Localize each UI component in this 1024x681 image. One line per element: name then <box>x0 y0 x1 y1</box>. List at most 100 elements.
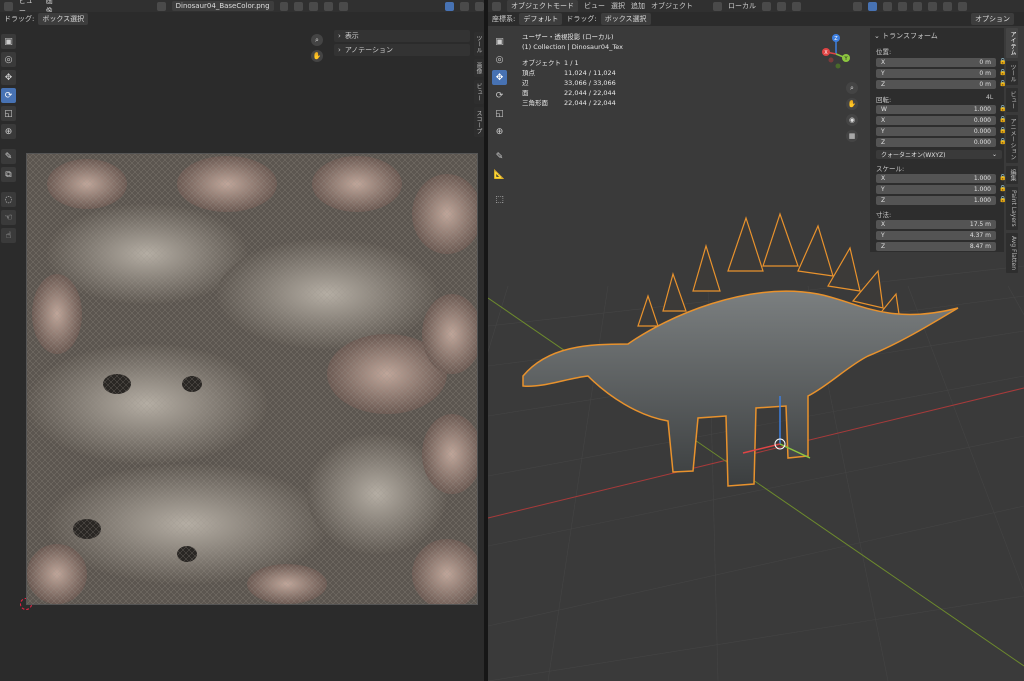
image-name-field[interactable]: Dinosaur04_BaseColor.png <box>171 1 274 11</box>
new-image-icon[interactable] <box>294 1 304 11</box>
pinch-tool-icon[interactable]: ☝ <box>1 228 16 243</box>
menu-object[interactable]: オブジェクト <box>651 1 693 11</box>
shading-rendered-icon[interactable] <box>958 1 967 11</box>
sidetab-edit[interactable]: 編集 <box>1006 166 1018 184</box>
visibility-icon[interactable] <box>853 1 862 11</box>
move-tool-icon[interactable]: ✥ <box>492 70 507 85</box>
camera-icon[interactable]: ◉ <box>846 114 858 126</box>
perspective-grid-icon[interactable]: ▦ <box>846 130 858 142</box>
menu-add[interactable]: 追加 <box>631 1 645 11</box>
uv-texture-image[interactable] <box>26 153 478 605</box>
shading-material-icon[interactable] <box>943 1 952 11</box>
annotation-panel-header[interactable]: › アノテーション <box>334 44 470 56</box>
editor-type-icon[interactable] <box>492 1 501 11</box>
scale-y-field[interactable]: Y 1.000 <box>876 185 996 194</box>
dimensions-z-field[interactable]: Z 8.47 m <box>876 242 996 251</box>
location-y-field[interactable]: Y0 m <box>876 69 996 78</box>
transform-panel: ⌄ トランスフォーム 位置: X0 m Y0 m Z0 m 🔒 🔒 🔒 回転: … <box>870 28 1006 252</box>
menu-view[interactable]: ビュー <box>584 1 605 11</box>
mode-dropdown[interactable]: オブジェクトモード <box>507 0 578 12</box>
select-box-tool-icon[interactable]: ▣ <box>1 34 16 49</box>
relax-tool-icon[interactable]: ☜ <box>1 210 16 225</box>
orientation-icon[interactable] <box>713 1 722 11</box>
location-x-field[interactable]: X0 m <box>876 58 996 67</box>
transform-panel-header[interactable]: ⌄ トランスフォーム <box>874 31 938 41</box>
sidetab-image[interactable]: 画像 <box>474 59 484 77</box>
drag-select-dropdown[interactable]: ボックス選択 <box>38 13 89 25</box>
sidetab-item[interactable]: アイテム <box>1006 28 1018 58</box>
fake-user-icon[interactable] <box>279 1 289 11</box>
sidetab-view[interactable]: ビュー <box>1006 88 1018 112</box>
stat-row: オブジェクト 1 / 1 <box>522 59 579 67</box>
location-label: 位置: <box>876 48 892 56</box>
rotation-w-field[interactable]: W 1.000 <box>876 105 996 114</box>
measure-tool-icon[interactable]: 📐 <box>492 167 507 182</box>
shading-wire-icon[interactable] <box>913 1 922 11</box>
rotation-x-field[interactable]: X 0.000 <box>876 116 996 125</box>
display-panel-header[interactable]: › 表示 <box>334 30 470 42</box>
transform-tool-icon[interactable]: ⊕ <box>1 124 16 139</box>
move-tool-icon[interactable]: ✥ <box>1 70 16 85</box>
rotation-z-field[interactable]: Z 0.000 <box>876 138 996 147</box>
rotation-4l-toggle[interactable]: 4L <box>986 94 993 101</box>
display-channels-icon[interactable] <box>475 1 484 11</box>
sidetab-avg-flatten[interactable]: Avg Flatten <box>1006 232 1018 273</box>
drag-select-dropdown[interactable]: ボックス選択 <box>600 13 651 25</box>
proportional-edit-icon[interactable] <box>792 1 801 11</box>
annotate-tool-icon[interactable]: ✎ <box>492 149 507 164</box>
select-box-tool-icon[interactable]: ▣ <box>492 34 507 49</box>
sidetab-view[interactable]: ビュー <box>474 80 484 104</box>
open-image-icon[interactable] <box>309 1 319 11</box>
sidetab-tool[interactable]: ツール <box>474 32 484 56</box>
pivot-icon[interactable] <box>762 1 771 11</box>
zoom-icon[interactable]: ⌕ <box>311 34 323 46</box>
chevron-right-icon: › <box>338 46 341 54</box>
xray-icon[interactable] <box>898 1 907 11</box>
navigation-gizmo[interactable]: Z Y X <box>814 32 858 76</box>
gizmo-icon[interactable] <box>868 1 877 11</box>
location-z-field[interactable]: Z0 m <box>876 80 996 89</box>
scale-x-field[interactable]: X 1.000 <box>876 174 996 183</box>
transform-tool-icon[interactable]: ⊕ <box>492 124 507 139</box>
dimensions-y-field[interactable]: Y 4.37 m <box>876 231 996 240</box>
menu-select[interactable]: 選択 <box>611 1 625 11</box>
view-name: ユーザー・透視投影 (ローカル) <box>522 33 614 41</box>
rotate-tool-icon[interactable]: ⟳ <box>492 88 507 103</box>
annotate-tool-icon[interactable]: ✎ <box>1 149 16 164</box>
sidetab-paint-layers[interactable]: Paint Layers <box>1006 187 1018 230</box>
coord-dropdown[interactable]: デフォルト <box>519 13 563 25</box>
scale-z-field[interactable]: Z 1.000 <box>876 196 996 205</box>
viewport-sidetabs: アイテム ツール ビュー アニメーション 編集 Paint Layers Avg… <box>1006 28 1018 273</box>
pan-hand-icon[interactable]: ✋ <box>846 98 858 110</box>
image-browse-icon[interactable] <box>156 1 166 11</box>
transform-orientation-dropdown[interactable]: ローカル <box>728 1 756 11</box>
shading-solid-icon[interactable] <box>928 1 937 11</box>
overlay-icon[interactable] <box>883 1 892 11</box>
transform-title: トランスフォーム <box>882 32 938 40</box>
cursor-tool-icon[interactable]: ◎ <box>492 52 507 67</box>
editor-type-icon[interactable] <box>4 1 13 11</box>
scale-tool-icon[interactable]: ◱ <box>492 106 507 121</box>
stat-row: 辺 33,066 / 33,066 <box>522 79 616 87</box>
pan-hand-icon[interactable]: ✋ <box>311 50 323 62</box>
pin-icon[interactable] <box>339 1 349 11</box>
options-dropdown[interactable]: オプション <box>971 13 1014 25</box>
sidetab-tool[interactable]: ツール <box>1006 61 1018 85</box>
scale-tool-icon[interactable]: ◱ <box>1 106 16 121</box>
uv-sync-icon[interactable] <box>445 1 455 11</box>
cursor-tool-icon[interactable]: ◎ <box>1 52 16 67</box>
rotate-tool-icon[interactable]: ⟳ <box>1 88 16 103</box>
zoom-icon[interactable]: ⌕ <box>846 82 858 94</box>
unlink-image-icon[interactable] <box>324 1 334 11</box>
grab-tool-icon[interactable]: ◌ <box>1 192 16 207</box>
rotation-mode-dropdown[interactable]: クォータニオン(WXYZ) ⌄ <box>876 150 1002 159</box>
rotation-y-field[interactable]: Y 0.000 <box>876 127 996 136</box>
snap-icon[interactable] <box>777 1 786 11</box>
sidetab-animation[interactable]: アニメーション <box>1006 115 1018 163</box>
dimensions-x-field[interactable]: X 17.5 m <box>876 220 996 229</box>
sidetab-scopes[interactable]: スコープ <box>474 107 484 137</box>
rip-tool-icon[interactable]: ⧉ <box>1 167 16 182</box>
add-cube-tool-icon[interactable]: ⬚ <box>492 192 507 207</box>
overlay-icon[interactable] <box>460 1 470 11</box>
stat-row: 頂点 11,024 / 11,024 <box>522 69 616 77</box>
